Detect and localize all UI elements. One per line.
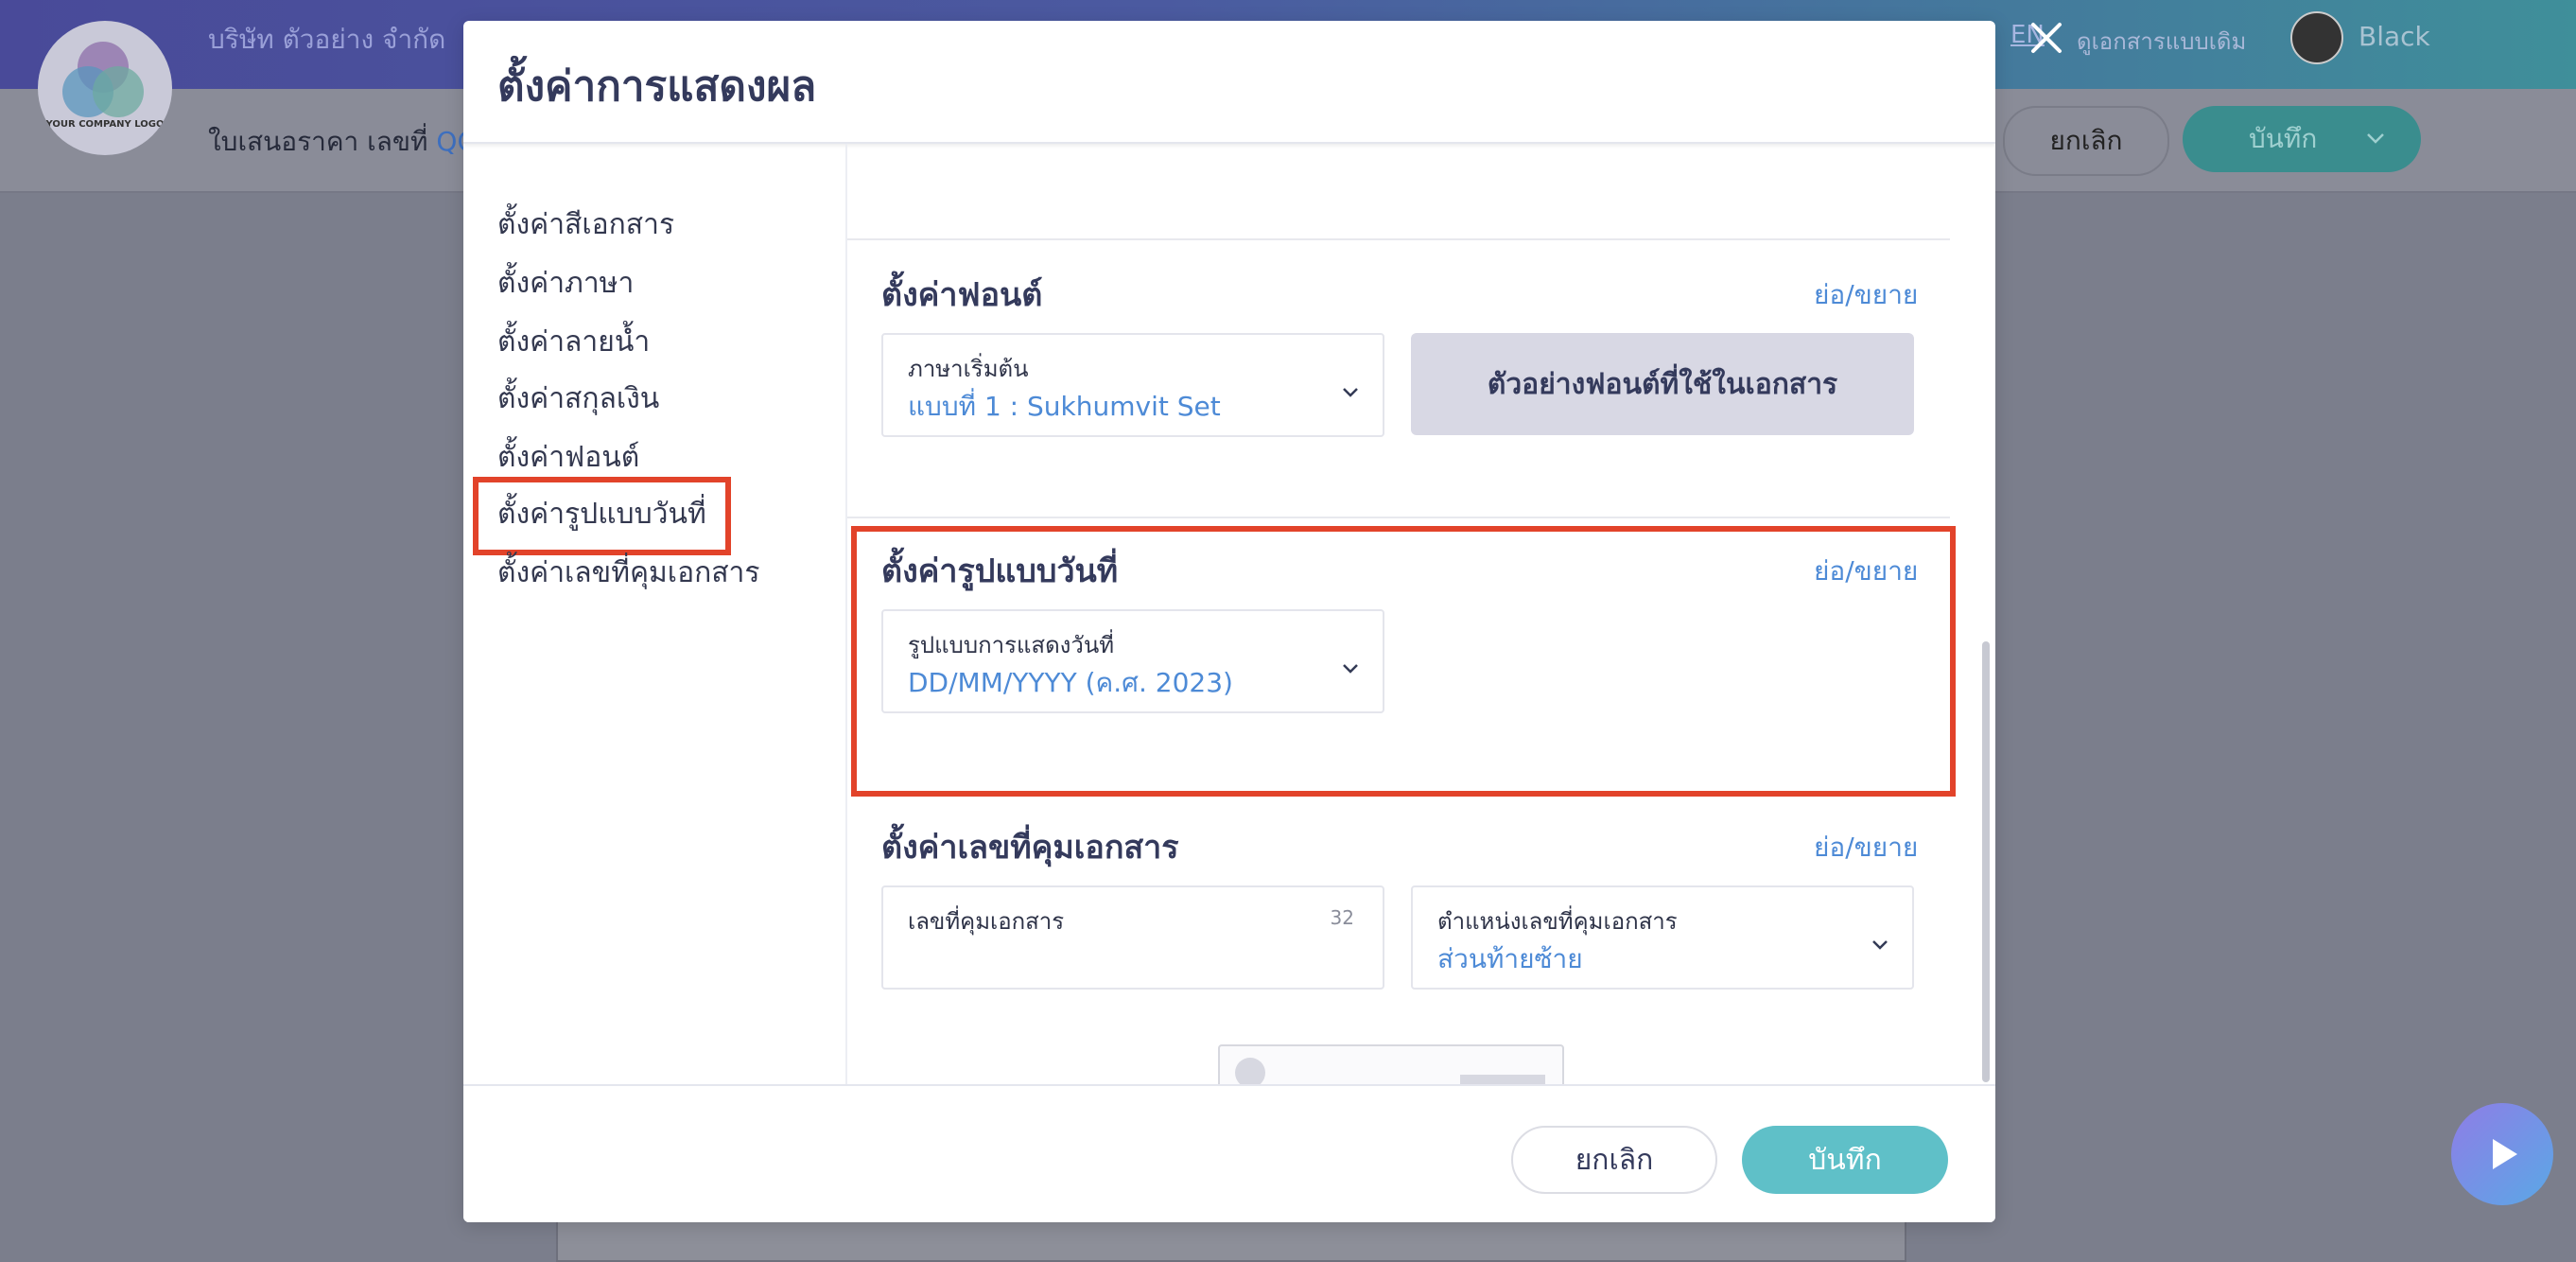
sidebar-item-font[interactable]: ตั้งค่าฟอนต์ — [497, 435, 639, 480]
font-section-toggle[interactable]: ย่อ/ขยาย — [1814, 274, 1918, 316]
sidebar-item-date-format[interactable]: ตั้งค่ารูปแบบวันที่ — [473, 477, 731, 555]
company-logo: YOUR COMPANY LOGO — [38, 21, 172, 155]
settings-sidebar: ตั้งค่าสีเอกสาร ตั้งค่าภาษา ตั้งค่าลายน้… — [463, 144, 847, 1105]
modal-footer: ยกเลิก บันทึก — [463, 1084, 1995, 1222]
divider — [847, 238, 1950, 240]
old-document-link[interactable]: ดูเอกสารแบบเดิม — [2077, 23, 2246, 60]
play-icon — [2493, 1139, 2517, 1169]
company-name: บริษัท ตัวอย่าง จำกัด — [208, 24, 446, 55]
sidebar-item-document-color[interactable]: ตั้งค่าสีเอกสาร — [497, 202, 674, 247]
sidebar-item-watermark[interactable]: ตั้งค่าลายน้ำ — [497, 320, 650, 364]
avatar[interactable] — [2290, 11, 2343, 64]
chevron-down-icon — [1872, 940, 1888, 950]
character-counter: 32 — [1330, 906, 1354, 929]
logo-text: YOUR COMPANY LOGO — [45, 119, 165, 130]
field-label: ภาษาเริ่มต้น — [908, 356, 1029, 382]
divider — [847, 517, 1950, 518]
play-tutorial-button[interactable] — [2451, 1103, 2553, 1205]
default-language-select[interactable]: ภาษาเริ่มต้น แบบที่ 1 : Sukhumvit Set — [881, 333, 1384, 437]
toolbar-save-button[interactable]: บันทึก — [2183, 106, 2421, 172]
document-label: ใบเสนอราคา เลขที่ — [208, 126, 428, 157]
chevron-down-icon — [2367, 133, 2384, 144]
sidebar-item-language[interactable]: ตั้งค่าภาษา — [497, 261, 634, 306]
control-number-input[interactable]: เลขที่คุมเอกสาร 32 — [881, 885, 1384, 990]
date-section-title: ตั้งค่ารูปแบบวันที่ — [881, 552, 1119, 590]
document-number: ใบเสนอราคา เลขที่ QO- — [208, 121, 488, 163]
field-value: แบบที่ 1 : Sukhumvit Set — [908, 391, 1221, 422]
toolbar-save-label: บันทึก — [2249, 123, 2318, 154]
field-value: DD/MM/YYYY (ค.ศ. 2023) — [908, 667, 1233, 698]
sidebar-item-control-number[interactable]: ตั้งค่าเลขที่คุมเอกสาร — [497, 551, 760, 595]
control-section-title: ตั้งค่าเลขที่คุมเอกสาร — [881, 829, 1179, 867]
field-value: ส่วนท้ายซ้าย — [1437, 943, 1583, 974]
date-section-toggle[interactable]: ย่อ/ขยาย — [1814, 551, 1918, 592]
chevron-down-icon — [1343, 388, 1358, 397]
control-section-toggle[interactable]: ย่อ/ขยาย — [1814, 827, 1918, 868]
modal-header: ตั้งค่าการแสดงผล — [463, 21, 1995, 144]
display-settings-modal: ตั้งค่าการแสดงผล ตั้งค่าสีเอกสาร ตั้งค่า… — [463, 21, 1995, 1222]
content-scrollbar[interactable] — [1982, 641, 1990, 1082]
font-preview-button[interactable]: ตัวอย่างฟอนต์ที่ใช้ในเอกสาร — [1411, 333, 1914, 435]
sidebar-item-currency[interactable]: ตั้งค่าสกุลเงิน — [497, 377, 659, 421]
date-format-select[interactable]: รูปแบบการแสดงวันที่ DD/MM/YYYY (ค.ศ. 202… — [881, 609, 1384, 713]
field-label: รูปแบบการแสดงวันที่ — [908, 632, 1115, 658]
field-label: เลขที่คุมเอกสาร — [908, 908, 1065, 935]
close-icon[interactable] — [2026, 17, 2067, 59]
cancel-button[interactable]: ยกเลิก — [1511, 1126, 1717, 1194]
field-label: ตำแหน่งเลขที่คุมเอกสาร — [1437, 908, 1678, 935]
font-section-title: ตั้งค่าฟอนต์ — [881, 276, 1043, 314]
modal-title: ตั้งค่าการแสดงผล — [497, 62, 817, 111]
chevron-down-icon — [1343, 664, 1358, 674]
toolbar-cancel-button[interactable]: ยกเลิก — [2003, 106, 2169, 176]
save-button[interactable]: บันทึก — [1742, 1126, 1948, 1194]
user-name[interactable]: Black — [2358, 21, 2430, 52]
control-number-position-select[interactable]: ตำแหน่งเลขที่คุมเอกสาร ส่วนท้ายซ้าย — [1411, 885, 1914, 990]
settings-content: ตั้งค่าฟอนต์ ย่อ/ขยาย ภาษาเริ่มต้น แบบที… — [847, 144, 1976, 1105]
